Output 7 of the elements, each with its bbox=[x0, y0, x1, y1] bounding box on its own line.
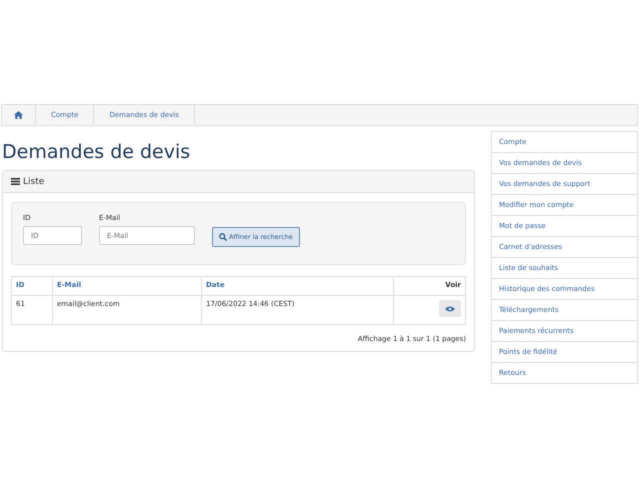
panel-title: Liste bbox=[23, 176, 44, 186]
page-title: Demandes de devis bbox=[2, 140, 192, 164]
view-button[interactable] bbox=[439, 300, 461, 317]
search-icon bbox=[219, 233, 227, 241]
list-icon bbox=[11, 178, 20, 185]
home-icon bbox=[14, 111, 23, 119]
eye-icon bbox=[445, 306, 455, 312]
